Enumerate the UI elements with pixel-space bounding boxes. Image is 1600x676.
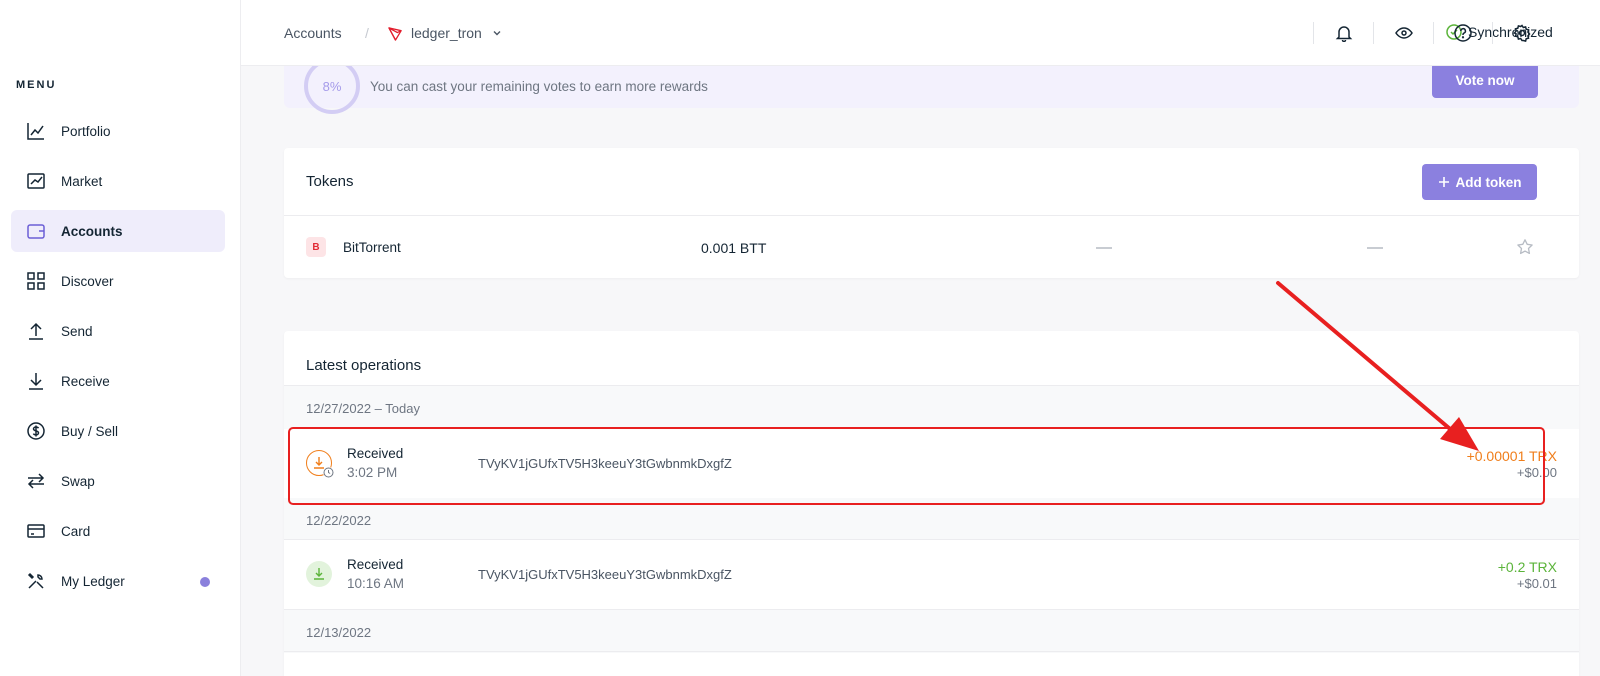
chevron-down-icon: [492, 28, 502, 38]
wallet-icon: [25, 220, 47, 242]
bittorrent-logo: B: [306, 237, 326, 257]
sidebar-item-label: Portfolio: [61, 123, 111, 139]
operation-row[interactable]: Received 10:16 AM TVyKV1jGUfxTV5H3keeuY3…: [284, 540, 1579, 609]
eye-icon[interactable]: [1393, 22, 1415, 44]
operation-amount: +0.00001 TRX: [1466, 448, 1557, 464]
card-icon: [25, 520, 47, 542]
sidebar-item-market[interactable]: Market: [11, 160, 225, 202]
vote-progress-ring: 8%: [304, 66, 360, 114]
token-change-placeholder: [1367, 247, 1383, 249]
sidebar-item-accounts[interactable]: Accounts: [11, 210, 225, 252]
account-switcher[interactable]: ledger_tron: [388, 25, 502, 41]
sidebar-item-buy-sell[interactable]: Buy / Sell: [11, 410, 225, 452]
breadcrumb-accounts[interactable]: Accounts: [284, 25, 342, 41]
sidebar-item-label: Send: [61, 323, 93, 339]
account-name: ledger_tron: [411, 25, 482, 41]
date-label: 12/27/2022 – Today: [306, 401, 420, 416]
grid-icon: [25, 270, 47, 292]
sidebar-item-label: My Ledger: [61, 573, 125, 589]
trend-icon: [25, 170, 47, 192]
receive-confirmed-icon: [306, 561, 332, 587]
divider: [1313, 22, 1314, 44]
tron-logo-icon: [388, 26, 403, 41]
date-header: 12/13/2022: [284, 610, 1579, 653]
token-amount: 0.001 BTT: [701, 240, 767, 256]
operation-address: TVyKV1jGUfxTV5H3keeuY3tGwbnmkDxgfZ: [478, 567, 732, 582]
operation-fiat: +$0.01: [1516, 576, 1557, 591]
tokens-card: Tokens Add token B BitTorrent 0.001 BTT: [284, 148, 1579, 278]
arrow-down-icon: [25, 370, 47, 392]
dollar-icon: [25, 420, 47, 442]
divider: [1433, 22, 1434, 44]
sidebar-item-label: Market: [61, 173, 103, 189]
date-label: 12/13/2022: [306, 625, 372, 640]
bell-icon[interactable]: [1333, 22, 1355, 44]
date-header: 12/27/2022 – Today: [284, 386, 1579, 429]
sidebar-item-label: Receive: [61, 373, 110, 389]
add-token-button[interactable]: Add token: [1422, 164, 1537, 200]
operation-time: 3:02 PM: [347, 465, 398, 480]
divider: [1492, 22, 1493, 44]
breadcrumb-separator: /: [365, 25, 369, 41]
operation-type: Received: [347, 446, 404, 461]
sidebar: MENU Portfolio Market Accounts Discover …: [0, 0, 241, 676]
sidebar-item-send[interactable]: Send: [11, 310, 225, 352]
sidebar-item-card[interactable]: Card: [11, 510, 225, 552]
token-row[interactable]: B BitTorrent 0.001 BTT: [284, 216, 1579, 278]
tokens-title: Tokens: [306, 173, 354, 190]
divider: [1373, 22, 1374, 44]
vote-now-button[interactable]: Vote now: [1432, 66, 1538, 98]
sidebar-item-label: Discover: [61, 273, 114, 289]
notification-dot: [200, 577, 210, 587]
tools-icon: [25, 570, 47, 592]
operation-type: Received: [347, 557, 404, 572]
divider: [284, 651, 1579, 652]
sidebar-item-label: Swap: [61, 473, 95, 489]
sidebar-item-label: Accounts: [61, 223, 123, 239]
token-value-placeholder: [1096, 247, 1112, 249]
settings-gear-icon[interactable]: [1511, 22, 1533, 44]
sidebar-item-receive[interactable]: Receive: [11, 360, 225, 402]
sidebar-item-swap[interactable]: Swap: [11, 460, 225, 502]
chart-line-icon: [25, 120, 47, 142]
operation-fiat: +$0.00: [1516, 465, 1557, 480]
arrow-up-icon: [25, 320, 47, 342]
operation-row[interactable]: Received 3:02 PM TVyKV1jGUfxTV5H3keeuY3t…: [284, 429, 1579, 497]
vote-message: You can cast your remaining votes to ear…: [370, 79, 708, 94]
token-name: BitTorrent: [343, 240, 401, 255]
plus-icon: [1438, 176, 1450, 188]
help-icon[interactable]: [1452, 22, 1474, 44]
sidebar-item-discover[interactable]: Discover: [11, 260, 225, 302]
menu-title: MENU: [16, 79, 57, 91]
operations-title: Latest operations: [306, 357, 422, 374]
vote-banner: 8% You can cast your remaining votes to …: [284, 66, 1579, 114]
operations-card: Latest operations 12/27/2022 – Today Rec…: [284, 331, 1579, 676]
date-label: 12/22/2022: [306, 513, 372, 528]
sidebar-item-portfolio[interactable]: Portfolio: [11, 110, 225, 152]
top-bar: Accounts / ledger_tron Synchronized: [241, 0, 1600, 66]
star-icon[interactable]: [1516, 238, 1534, 256]
add-token-label: Add token: [1455, 174, 1522, 190]
operation-address: TVyKV1jGUfxTV5H3keeuY3tGwbnmkDxgfZ: [478, 456, 732, 471]
receive-pending-icon: [306, 450, 334, 478]
operation-time: 10:16 AM: [347, 576, 405, 591]
sidebar-item-label: Buy / Sell: [61, 423, 119, 439]
date-header: 12/22/2022: [284, 498, 1579, 541]
sidebar-item-my-ledger[interactable]: My Ledger: [11, 560, 225, 602]
main-content: 8% You can cast your remaining votes to …: [241, 66, 1600, 676]
clock-icon: [323, 467, 334, 478]
operation-amount: +0.2 TRX: [1497, 559, 1557, 575]
sidebar-item-label: Card: [61, 523, 91, 539]
swap-icon: [25, 470, 47, 492]
